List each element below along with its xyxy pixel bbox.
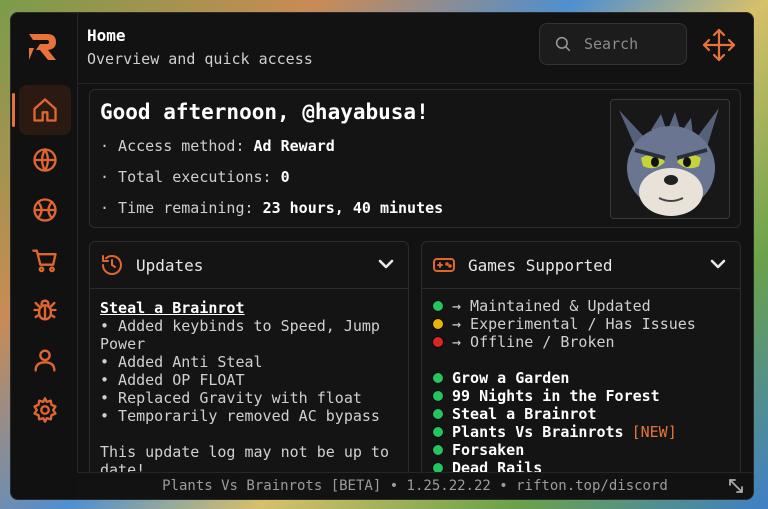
update-line: • Added Anti Steal: [100, 353, 263, 371]
welcome-card: Good afternoon, @hayabusa! · Access meth…: [89, 89, 741, 228]
status-dot: [432, 444, 444, 456]
search-box[interactable]: [539, 23, 687, 65]
update-line: • Replaced Gravity with float: [100, 389, 362, 407]
update-line: • Temporarily removed AC bypass: [100, 407, 380, 425]
game-item[interactable]: Plants Vs Brainrots [NEW]: [432, 423, 730, 441]
sidebar-item-settings[interactable]: [19, 385, 71, 435]
status-dot: [432, 408, 444, 420]
search-icon: [555, 36, 571, 52]
footer-text: Plants Vs Brainrots [BETA] • 1.25.22.22 …: [162, 478, 668, 494]
game-name: Forsaken: [452, 441, 525, 459]
page-subtitle: Overview and quick access: [87, 50, 313, 68]
header: Home Overview and quick access: [77, 13, 753, 84]
user-icon: [34, 349, 56, 372]
status-dot: [432, 372, 444, 384]
legend-text: → Maintained & Updated: [452, 297, 651, 315]
game-item[interactable]: Grow a Garden: [432, 369, 730, 387]
total-executions-line: · Total executions: 0: [100, 168, 290, 186]
legend-row: → Maintained & Updated: [432, 297, 730, 315]
access-method-value: Ad Reward: [253, 137, 335, 155]
games-title: Games Supported: [468, 255, 613, 275]
update-line: • Added keybinds to Speed, Jump Power: [100, 317, 380, 353]
legend-row: → Offline / Broken: [432, 333, 730, 351]
sidebar: [11, 13, 78, 499]
legend-row: → Experimental / Has Issues: [432, 315, 730, 333]
game-name: Grow a Garden: [452, 369, 570, 387]
history-icon: [100, 253, 124, 277]
access-method-line: · Access method: Ad Reward: [100, 137, 335, 155]
move-icon[interactable]: [701, 27, 737, 63]
game-item[interactable]: Steal a Brainrot: [432, 405, 730, 423]
app-logo: [25, 29, 61, 65]
globe-icon: [33, 148, 57, 172]
games-panel: Games Supported → Maintained & Updated → …: [421, 241, 741, 499]
legend-text: → Experimental / Has Issues: [452, 315, 696, 333]
status-dot: [432, 336, 444, 348]
updates-title: Updates: [136, 255, 204, 275]
ball-icon: [33, 198, 57, 222]
home-icon: [33, 98, 57, 122]
game-name: 99 Nights in the Forest: [452, 387, 660, 405]
status-legend: → Maintained & Updated → Experimental / H…: [432, 297, 730, 351]
sidebar-item-home[interactable]: [12, 85, 71, 135]
status-dot: [432, 390, 444, 402]
cart-icon: [32, 249, 57, 273]
resize-icon[interactable]: [727, 477, 745, 495]
bug-icon: [33, 299, 57, 321]
sidebar-item-shop[interactable]: [19, 235, 71, 285]
sidebar-item-globe[interactable]: [19, 135, 71, 185]
gear-icon: [33, 397, 57, 423]
sidebar-item-bug[interactable]: [19, 285, 71, 335]
game-name: Steal a Brainrot: [452, 405, 597, 423]
access-method-label: · Access method:: [100, 137, 254, 155]
footer: Plants Vs Brainrots [BETA] • 1.25.22.22 …: [77, 472, 753, 499]
chevron-down-icon[interactable]: [708, 254, 728, 274]
games-body: → Maintained & Updated → Experimental / H…: [422, 289, 740, 487]
game-name: Plants Vs Brainrots: [452, 423, 624, 441]
game-item[interactable]: Forsaken: [432, 441, 730, 459]
search-input[interactable]: [582, 34, 686, 54]
sidebar-item-ball[interactable]: [19, 185, 71, 235]
gamepad-icon: [432, 253, 456, 277]
time-remaining-label: · Time remaining:: [100, 199, 263, 217]
sidebar-item-user[interactable]: [19, 335, 71, 385]
status-dot: [432, 300, 444, 312]
game-item[interactable]: 99 Nights in the Forest: [432, 387, 730, 405]
greeting: Good afternoon, @hayabusa!: [100, 100, 429, 124]
page-title: Home: [87, 26, 126, 45]
app-window: Home Overview and quick access Good afte…: [10, 12, 754, 500]
status-dot: [432, 318, 444, 330]
new-badge: [NEW]: [631, 423, 677, 441]
update-line: • Added OP FLOAT: [100, 371, 245, 389]
games-list: Grow a Garden 99 Nights in the Forest Stea…: [432, 369, 730, 477]
time-remaining-value: 23 hours, 40 minutes: [262, 199, 444, 217]
updates-panel: Updates Steal a Brainrot • Added keybind…: [89, 241, 409, 499]
avatar: [610, 99, 730, 219]
updates-body: Steal a Brainrot • Added keybinds to Spe…: [90, 289, 408, 489]
total-executions-value: 0: [280, 168, 290, 186]
chevron-down-icon[interactable]: [376, 254, 396, 274]
time-remaining-line: · Time remaining: 23 hours, 40 minutes: [100, 199, 443, 217]
updates-header[interactable]: Updates: [90, 242, 408, 289]
legend-text: → Offline / Broken: [452, 333, 615, 351]
total-executions-label: · Total executions:: [100, 168, 281, 186]
games-header[interactable]: Games Supported: [422, 242, 740, 289]
update-heading: Steal a Brainrot: [100, 299, 245, 317]
status-dot: [432, 426, 444, 438]
